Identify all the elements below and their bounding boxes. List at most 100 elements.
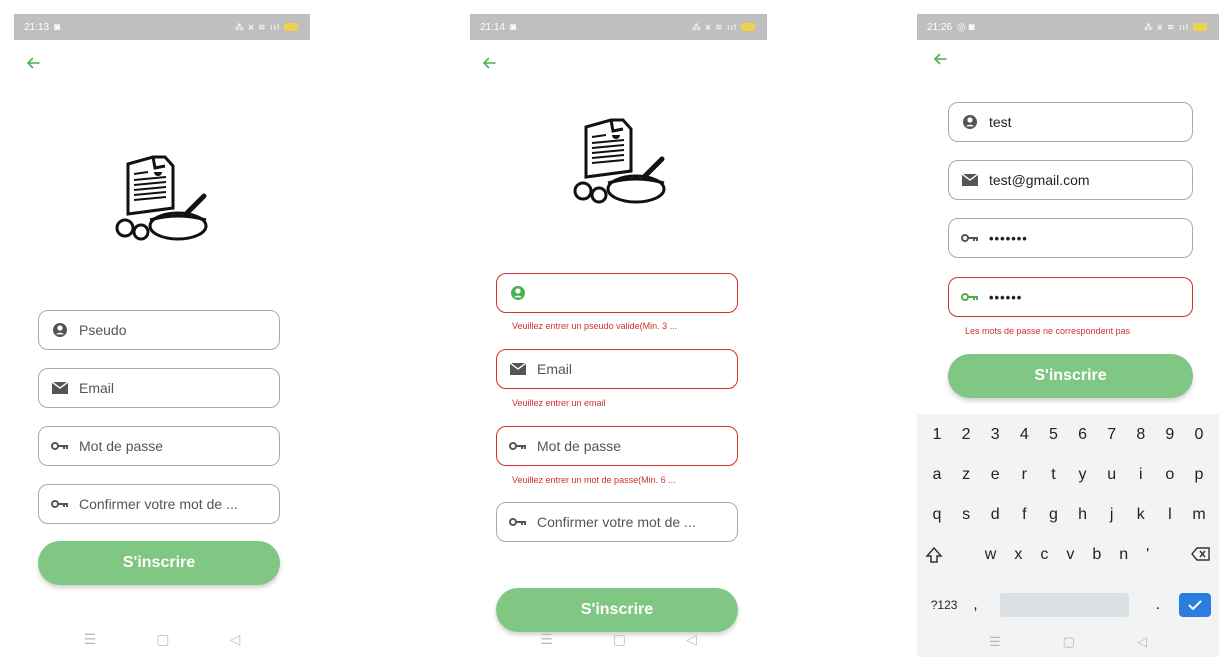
email-field[interactable]: Email xyxy=(38,368,280,408)
pseudo-value: test xyxy=(989,114,1012,130)
letter-key[interactable]: ' xyxy=(1146,546,1149,569)
user-icon xyxy=(961,113,979,131)
number-key[interactable]: 8 xyxy=(1127,426,1155,444)
user-icon xyxy=(51,321,69,339)
confirm-password-field[interactable]: Confirmer votre mot de ... xyxy=(496,502,738,542)
mail-icon xyxy=(509,360,527,378)
number-key[interactable]: 0 xyxy=(1185,426,1213,444)
system-nav-bar: ☰ ▢ ◁ xyxy=(14,621,310,657)
confirm-password-field[interactable]: Confirmer votre mot de ... xyxy=(38,484,280,524)
keyboard-number-row: 1234567890 xyxy=(917,426,1219,444)
email-error: Veuillez entrer un email xyxy=(512,398,606,408)
email-field[interactable]: test@gmail.com xyxy=(948,160,1193,200)
letter-key[interactable]: m xyxy=(1185,506,1213,524)
battery-icon xyxy=(741,23,755,31)
back-arrow-icon[interactable] xyxy=(931,50,949,68)
comma-key[interactable]: , xyxy=(961,596,990,614)
back-nav-icon[interactable]: ◁ xyxy=(230,631,241,648)
password-field[interactable]: Mot de passe xyxy=(496,426,738,466)
backspace-icon[interactable] xyxy=(1191,546,1211,569)
menu-icon[interactable]: ☰ xyxy=(84,631,97,648)
confirm-password-field[interactable]: •••••• xyxy=(948,277,1193,317)
home-icon[interactable]: ▢ xyxy=(156,631,169,648)
pseudo-error: Veuillez entrer un pseudo valide(Min. 3 … xyxy=(512,321,678,331)
period-key[interactable]: . xyxy=(1137,596,1179,614)
pseudo-field[interactable]: test xyxy=(948,102,1193,142)
confirm-password-placeholder: Confirmer votre mot de ... xyxy=(79,496,238,512)
number-key[interactable]: 3 xyxy=(981,426,1009,444)
letter-key[interactable]: z xyxy=(952,466,980,484)
letter-key[interactable]: d xyxy=(981,506,1009,524)
check-icon[interactable] xyxy=(1178,593,1211,617)
email-field[interactable]: Email xyxy=(496,349,738,389)
letter-key[interactable]: x xyxy=(1014,546,1022,569)
letter-key[interactable]: f xyxy=(1010,506,1038,524)
password-value: ••••••• xyxy=(989,230,1028,246)
menu-icon[interactable]: ☰ xyxy=(989,634,1001,650)
letter-key[interactable]: k xyxy=(1127,506,1155,524)
letter-key[interactable]: v xyxy=(1066,546,1074,569)
number-key[interactable]: 6 xyxy=(1069,426,1097,444)
letter-key[interactable]: b xyxy=(1092,546,1101,569)
status-time: 21:14 xyxy=(480,21,506,33)
screen-register-errors: 21:14 ◙ ⁂ ⩙ ≋ ııl Veuillez entrer un pseu… xyxy=(470,14,767,657)
confirm-password-value: •••••• xyxy=(989,289,1023,305)
letter-key[interactable]: q xyxy=(923,506,951,524)
letter-key[interactable]: c xyxy=(1040,546,1048,569)
letter-key[interactable]: l xyxy=(1156,506,1184,524)
register-button[interactable]: S'inscrire xyxy=(38,541,280,585)
recipe-logo-icon xyxy=(573,118,666,204)
letter-key[interactable]: t xyxy=(1039,466,1067,484)
home-icon[interactable]: ▢ xyxy=(1063,634,1075,650)
letter-key[interactable]: y xyxy=(1069,466,1097,484)
number-key[interactable]: 1 xyxy=(923,426,951,444)
pseudo-field[interactable]: Pseudo xyxy=(38,310,280,350)
status-icons: ⁂ ⩙ ≋ ııl xyxy=(692,22,755,33)
space-key[interactable] xyxy=(999,593,1129,617)
password-field[interactable]: Mot de passe xyxy=(38,426,280,466)
letter-key[interactable]: n xyxy=(1119,546,1128,569)
letter-key[interactable]: u xyxy=(1098,466,1126,484)
back-nav-icon[interactable]: ◁ xyxy=(686,631,697,648)
shift-icon[interactable] xyxy=(925,546,943,569)
screen-register-keyboard: 21:26 ◎ ◙ ⁂ ⩙ ≋ ııl test test@gmail.com •… xyxy=(917,14,1219,657)
keyboard-row-3: w x c v b n ' xyxy=(917,546,1219,569)
number-key[interactable]: 4 xyxy=(1010,426,1038,444)
back-arrow-icon[interactable] xyxy=(480,54,498,72)
confirm-password-error: Les mots de passe ne correspondent pas xyxy=(965,326,1131,336)
back-arrow-icon[interactable] xyxy=(24,54,42,72)
letter-key[interactable]: i xyxy=(1127,466,1155,484)
password-placeholder: Mot de passe xyxy=(537,438,622,454)
key-icon xyxy=(509,437,527,455)
battery-icon xyxy=(1193,23,1207,31)
letter-key[interactable]: w xyxy=(985,546,997,569)
mail-icon xyxy=(961,171,979,189)
home-icon[interactable]: ▢ xyxy=(613,631,626,648)
back-nav-icon[interactable]: ◁ xyxy=(1137,634,1147,650)
email-placeholder: Email xyxy=(537,361,573,377)
letter-key[interactable]: j xyxy=(1098,506,1126,524)
register-button[interactable]: S'inscrire xyxy=(948,354,1193,398)
soft-keyboard: 1234567890 azertyuiop qsdfghjklm w x c v b n '… xyxy=(917,414,1219,657)
number-key[interactable]: 2 xyxy=(952,426,980,444)
menu-icon[interactable]: ☰ xyxy=(540,631,553,648)
pseudo-field[interactable] xyxy=(496,273,738,313)
letter-key[interactable]: r xyxy=(1010,466,1038,484)
letter-key[interactable]: e xyxy=(981,466,1009,484)
password-error: Veuillez entrer un mot de passe(Min. 6 .… xyxy=(512,475,676,485)
letter-key[interactable]: o xyxy=(1156,466,1184,484)
number-key[interactable]: 5 xyxy=(1039,426,1067,444)
number-key[interactable]: 7 xyxy=(1098,426,1126,444)
email-value: test@gmail.com xyxy=(989,172,1090,188)
letter-key[interactable]: a xyxy=(923,466,951,484)
letter-key[interactable]: h xyxy=(1069,506,1097,524)
key-icon xyxy=(961,288,979,306)
status-bar: 21:14 ◙ ⁂ ⩙ ≋ ııl xyxy=(470,14,767,40)
symbols-key[interactable]: ?123 xyxy=(927,598,961,612)
key-icon xyxy=(509,513,527,531)
letter-key[interactable]: g xyxy=(1039,506,1067,524)
letter-key[interactable]: s xyxy=(952,506,980,524)
letter-key[interactable]: p xyxy=(1185,466,1213,484)
number-key[interactable]: 9 xyxy=(1156,426,1184,444)
password-field[interactable]: ••••••• xyxy=(948,218,1193,258)
